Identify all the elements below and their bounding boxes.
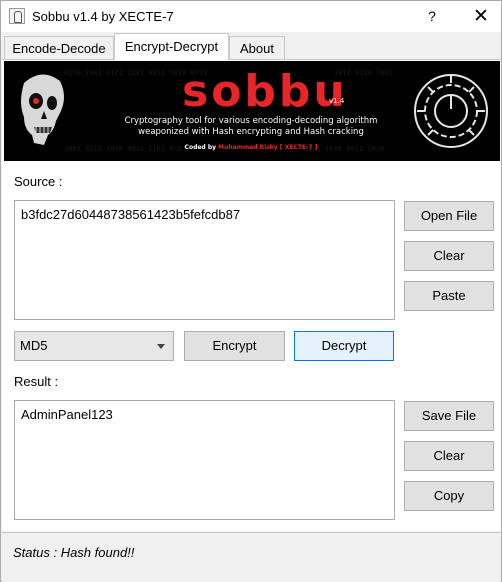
open-file-button[interactable]: Open File — [404, 201, 494, 231]
source-textarea[interactable]: b3fdc27d60448738561423b5fefcdb87 — [14, 200, 395, 320]
version-text: v1.4 — [329, 97, 345, 105]
power-icon — [414, 74, 488, 148]
tagline-2: weaponized with Hash encrypting and Hash… — [138, 127, 364, 137]
save-file-button[interactable]: Save File — [404, 401, 494, 431]
chevron-down-icon — [157, 344, 165, 349]
paste-button[interactable]: Paste — [404, 281, 494, 311]
logo-text: sobbu — [182, 66, 348, 117]
encrypt-button[interactable]: Encrypt — [184, 331, 285, 361]
close-button[interactable]: ✕ — [461, 1, 501, 32]
help-button[interactable]: ? — [417, 1, 447, 32]
window-title: Sobbu v1.4 by XECTE-7 — [32, 9, 174, 24]
tab-encode-decode[interactable]: Encode-Decode — [4, 36, 114, 60]
tagline-1: Cryptography tool for various encoding-d… — [125, 116, 378, 126]
app-window: Sobbu v1.4 by XECTE-7 ? ✕ Encode-Decode … — [0, 0, 502, 582]
copy-button[interactable]: Copy — [404, 481, 494, 511]
source-label: Source : — [14, 174, 63, 189]
algorithm-select[interactable]: MD5 — [14, 331, 174, 361]
svg-text:1001 0110 1010 0011 1101 0101: 1001 0110 1010 0011 1101 0101 — [64, 145, 186, 153]
result-textarea[interactable]: AdminPanel123 — [14, 400, 395, 520]
skull-icon — [21, 74, 64, 145]
status-bar: Status : Hash found!! — [2, 532, 501, 582]
status-text: Status : Hash found!! — [13, 545, 135, 560]
clear-source-button[interactable]: Clear — [404, 241, 494, 271]
app-icon — [9, 8, 25, 24]
title-bar: Sobbu v1.4 by XECTE-7 ? ✕ — [1, 1, 501, 32]
clear-result-button[interactable]: Clear — [404, 441, 494, 471]
tab-about[interactable]: About — [229, 36, 285, 60]
banner-graphic: 0110 1001 0101 1101 0011 1010 0110 1010 … — [21, 66, 488, 153]
decrypt-button[interactable]: Decrypt — [294, 331, 394, 361]
result-label: Result : — [14, 374, 59, 389]
credits: Coded by Muhammad Rizky [ XECTE-7 ] — [185, 144, 318, 151]
coded-by-label: Coded by — [185, 144, 219, 151]
banner: 0110 1001 0101 1101 0011 1010 0110 1010 … — [4, 61, 500, 161]
algorithm-selected-value: MD5 — [20, 338, 48, 353]
tab-encrypt-decrypt[interactable]: Encrypt-Decrypt — [114, 33, 229, 60]
author-name: Muhammad Rizky [ XECTE-7 ] — [218, 144, 318, 151]
